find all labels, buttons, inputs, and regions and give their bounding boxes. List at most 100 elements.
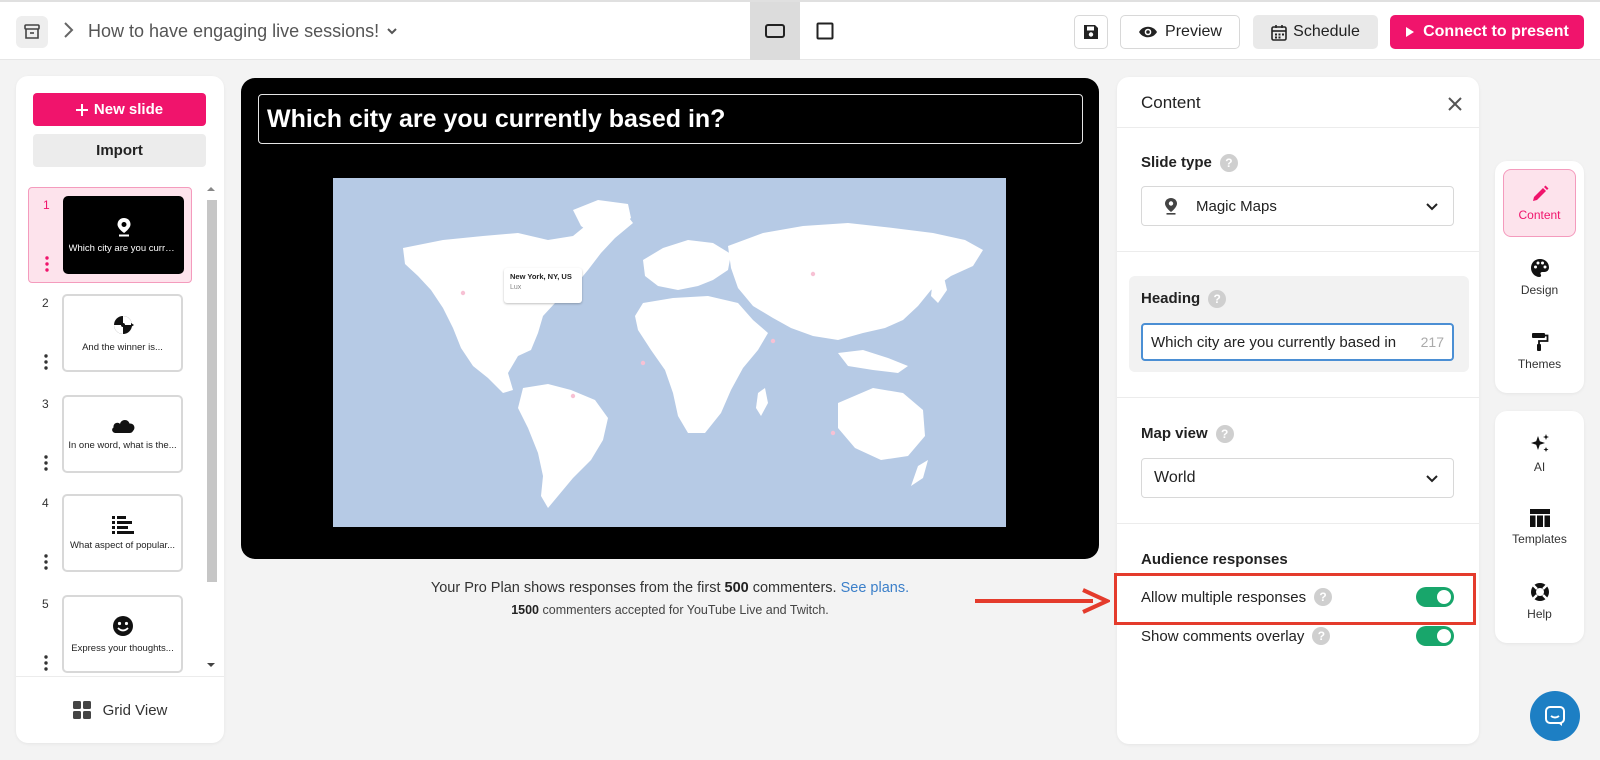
rail-templates-button[interactable]: Templates [1503,493,1576,561]
slide-item[interactable]: 3 In one word, what is the... [28,387,192,483]
plan-note-suffix: commenters. [748,580,841,596]
see-plans-link[interactable]: See plans. [841,580,910,596]
slide-thumbnail[interactable]: Which city are you currently based in? [63,196,184,274]
map-view-select[interactable]: World [1141,458,1454,498]
plan-note-count-secondary: 1500 [511,603,540,617]
rail-help-button[interactable]: Help [1503,567,1576,635]
top-bar: How to have engaging live sessions! Prev… [0,0,1600,60]
rail-design-button[interactable]: Design [1503,243,1576,311]
annotation-highlight-box [1114,573,1476,625]
new-slide-button[interactable]: New slide [33,93,206,126]
chevron-down-icon [1426,203,1438,211]
save-button[interactable] [1074,15,1108,49]
slide-number: 5 [42,597,49,611]
slide-type-value: Magic Maps [1196,197,1277,215]
plan-note-count: 500 [724,580,749,596]
heading-char-count: 217 [1420,334,1444,350]
world-map[interactable]: New York, NY, US Lux [333,178,1006,527]
sparkles-icon [1530,433,1549,452]
presentation-title[interactable]: How to have engaging live sessions! [88,21,379,42]
slide-thumbnail[interactable]: Express your thoughts... [62,595,183,673]
slide-menu-icon[interactable] [45,256,49,272]
square-view-button[interactable] [800,2,850,60]
heading-label: Heading? [1141,290,1227,309]
connect-to-present-button[interactable]: Connect to present [1390,15,1584,49]
rail-content-button[interactable]: Content [1503,169,1576,237]
plan-note-prefix: Your Pro Plan shows responses from the f… [430,580,725,596]
plan-note-secondary-text: commenters accepted for YouTube Live and… [539,603,829,617]
rail-help-label: Help [1527,606,1552,621]
slide-item[interactable]: 4 What aspect of popular... [28,486,192,582]
grid-view-button[interactable]: Grid View [16,676,224,743]
preview-button[interactable]: Preview [1120,15,1240,49]
content-panel-title: Content [1141,93,1201,112]
show-comments-overlay-label: Show comments overlay [1141,627,1305,645]
slide-canvas: Which city are you currently based in? N… [241,78,1099,559]
slide-menu-icon[interactable] [44,354,48,370]
slide-thumb-text: What aspect of popular... [69,539,176,551]
pencil-icon [1532,185,1548,201]
schedule-button[interactable]: Schedule [1253,15,1378,49]
map-view-label-text: Map view [1141,425,1208,442]
palette-icon [1530,258,1549,277]
slide-thumb-text: Express your thoughts... [71,642,174,654]
grid-icon [72,701,91,719]
import-button[interactable]: Import [33,134,206,167]
slide-item[interactable]: 2 And the winner is... [28,286,192,382]
help-circle-icon[interactable]: ? [1208,290,1227,309]
chevron-down-icon[interactable] [386,26,398,36]
widescreen-view-button[interactable] [750,2,800,60]
slide-list: 1 Which city are you currently based in?… [28,187,206,675]
plan-note: Your Pro Plan shows responses from the f… [241,580,1099,596]
rail-themes-button[interactable]: Themes [1503,317,1576,385]
slide-number: 4 [42,496,49,510]
rail-templates-label: Templates [1512,531,1567,546]
eye-icon [1139,26,1158,38]
show-comments-overlay-toggle[interactable] [1416,626,1454,646]
slide-thumbnail[interactable]: What aspect of popular... [62,494,183,572]
map-pin-icon [1165,198,1177,215]
cloud-icon [111,419,134,433]
help-circle-icon[interactable]: ? [1219,154,1238,173]
slide-thumbnail[interactable]: And the winner is... [62,294,183,372]
chevron-down-icon [1426,475,1438,483]
chat-support-button[interactable] [1530,691,1580,741]
schedule-label: Schedule [1293,23,1360,40]
map-tooltip: New York, NY, US Lux [504,268,582,303]
heading-label-text: Heading [1141,290,1201,307]
close-icon[interactable] [1446,95,1464,113]
slide-menu-icon[interactable] [44,655,48,671]
audience-responses-label: Audience responses [1141,551,1288,568]
slide-type-select[interactable]: Magic Maps [1141,186,1454,226]
help-circle-icon[interactable]: ? [1215,425,1234,444]
map-pin-icon [117,217,130,236]
scrollbar-thumb[interactable] [207,200,217,582]
inbox-icon [24,24,40,39]
divider [1117,523,1479,524]
bar-list-icon [111,515,134,534]
chevron-right-icon [64,22,74,38]
slide-menu-icon[interactable] [44,554,48,570]
play-icon [1406,27,1415,37]
paint-roller-icon [1531,332,1548,351]
grid-view-label: Grid View [102,701,168,719]
plan-note-secondary: 1500 commenters accepted for YouTube Liv… [241,603,1099,617]
slide-heading[interactable]: Which city are you currently based in? [258,94,1083,144]
slide-item[interactable]: 5 Express your thoughts... [28,587,192,683]
slide-number: 2 [42,296,49,310]
heading-input[interactable]: Which city are you currently based in 21… [1141,323,1454,361]
map-view-label: Map view? [1141,425,1234,444]
floppy-disk-icon [1084,25,1098,39]
slide-number: 1 [43,198,50,212]
slide-thumbnail[interactable]: In one word, what is the... [62,395,183,473]
right-rail-top: Content Design Themes [1495,161,1584,393]
help-circle-icon[interactable]: ? [1312,627,1331,645]
rail-ai-label: AI [1533,459,1546,474]
slide-thumb-text: Which city are you currently based in? [68,242,179,254]
heading-input-value: Which city are you currently based in [1151,333,1397,351]
slide-menu-icon[interactable] [44,455,48,471]
show-comments-overlay-row: Show comments overlay? [1141,625,1454,647]
slide-item[interactable]: 1 Which city are you currently based in? [28,187,192,283]
home-button[interactable] [16,16,48,48]
rail-ai-button[interactable]: AI [1503,419,1576,487]
